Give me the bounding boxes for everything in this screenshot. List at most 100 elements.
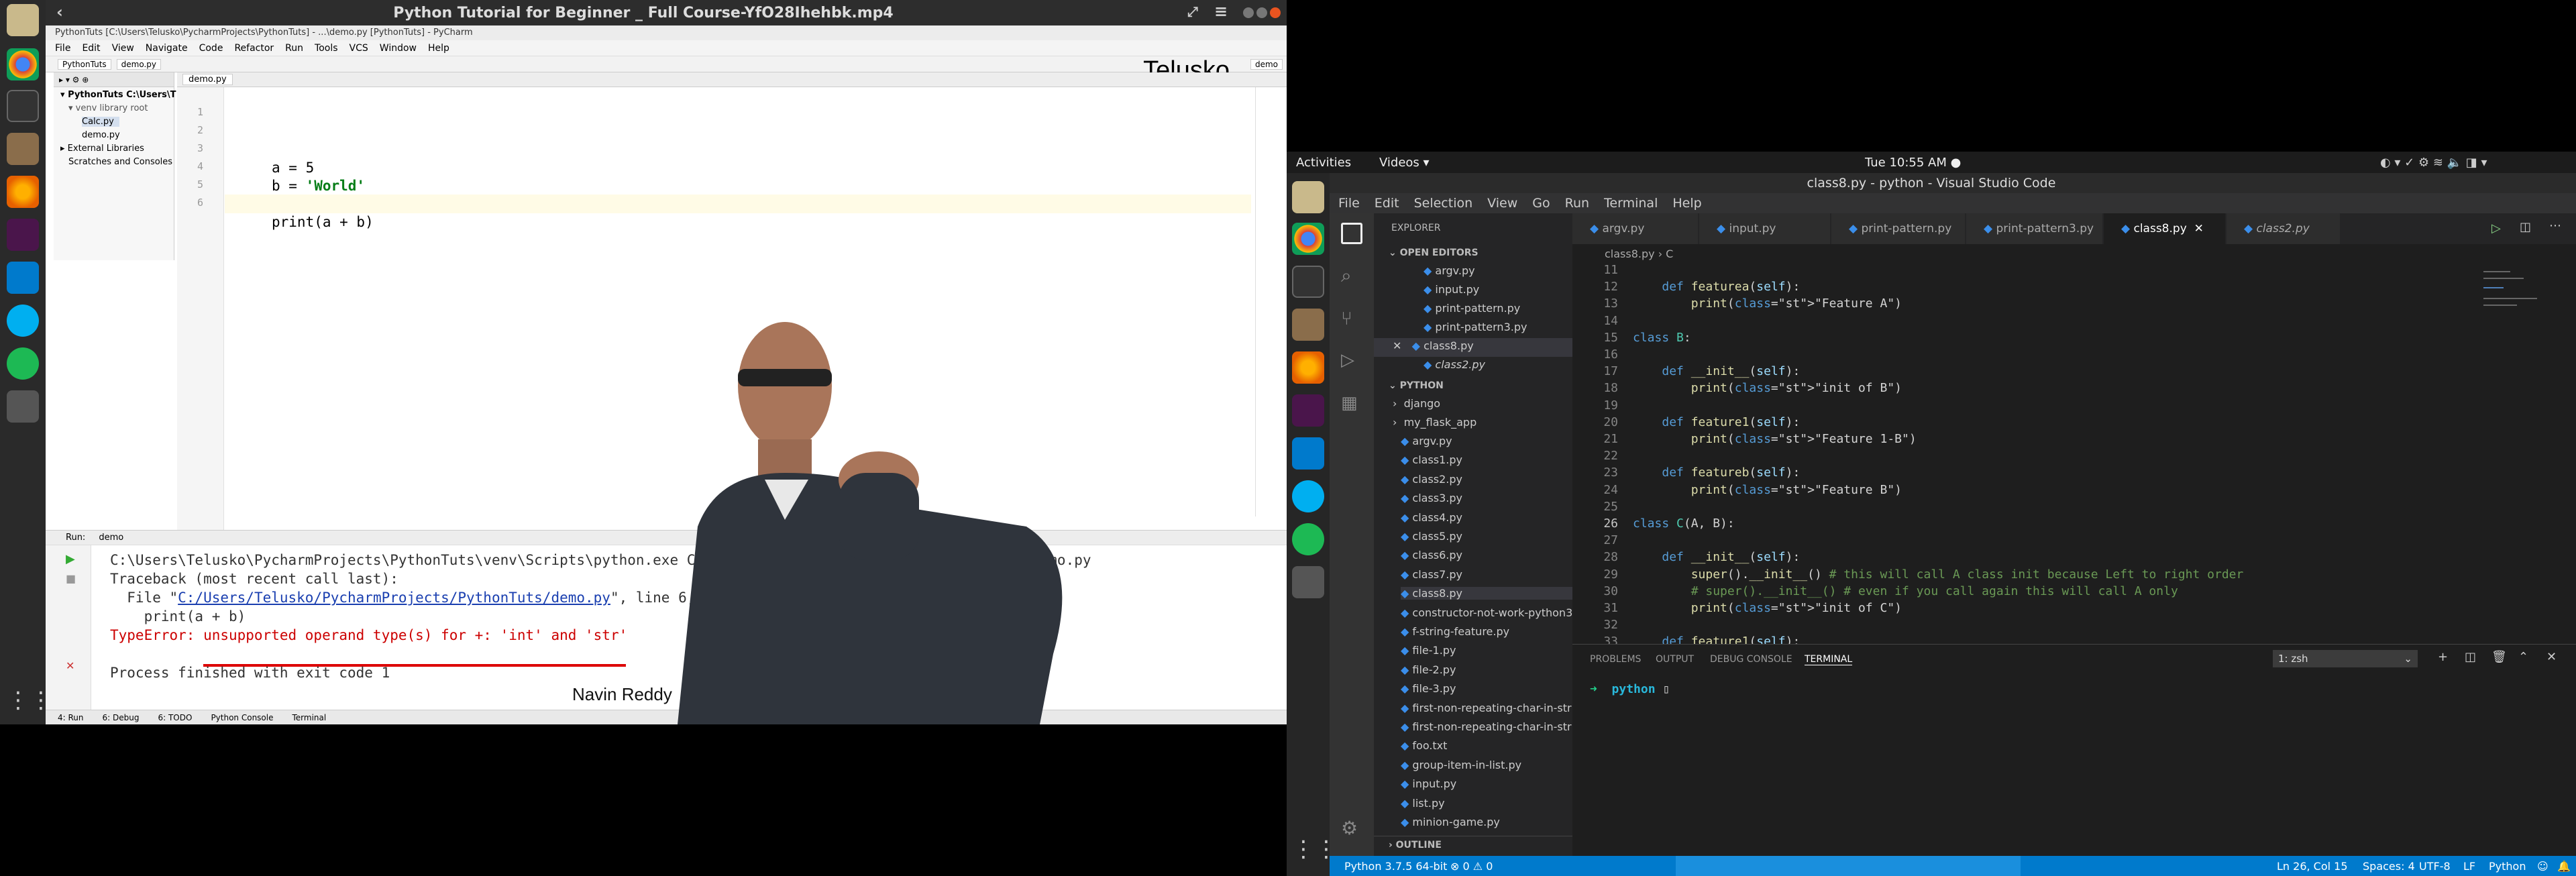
menu-code[interactable]: Code bbox=[199, 43, 223, 54]
panel-tab-terminal[interactable]: TERMINAL bbox=[1805, 654, 1853, 665]
python-interpreter[interactable]: Python 3.7.5 64-bit bbox=[1344, 860, 1447, 873]
tree-item[interactable]: Calc.py bbox=[82, 117, 119, 127]
activities-button[interactable]: Activities bbox=[1296, 156, 1351, 170]
code-editor[interactable]: 1 2 3 4 5 6 a = 5 b = 'World' print(a + … bbox=[177, 87, 1287, 557]
menu-tools[interactable]: Tools bbox=[315, 43, 338, 54]
eol[interactable]: LF bbox=[2463, 860, 2475, 873]
file-item[interactable]: ◆ constructor-not-work-python3... bbox=[1401, 606, 1572, 619]
vscode-icon[interactable] bbox=[1292, 437, 1324, 470]
menu-go[interactable]: Go bbox=[1532, 196, 1550, 211]
menu-run[interactable]: Run bbox=[285, 43, 303, 54]
notifications-icon[interactable]: 🔔 bbox=[2557, 860, 2571, 873]
breadcrumb-file[interactable]: demo.py bbox=[116, 58, 162, 70]
menu-icon[interactable]: ≡ bbox=[1214, 2, 1228, 21]
file-item[interactable]: ◆ class8.py bbox=[1401, 587, 1572, 600]
explorer-icon[interactable] bbox=[1341, 223, 1362, 244]
open-editor-item[interactable]: ◆ class2.py bbox=[1424, 358, 1485, 371]
open-editor-item[interactable]: ◆ print-pattern.py bbox=[1424, 302, 1520, 315]
file-item[interactable]: ◆ class3.py bbox=[1401, 492, 1462, 504]
app-menu[interactable]: Videos ▾ bbox=[1379, 156, 1430, 170]
maximize-button[interactable] bbox=[1256, 7, 1267, 18]
terminal-prompt[interactable]: ➜ python ▯ bbox=[1590, 682, 1670, 696]
file-item[interactable]: ◆ file-2.py bbox=[1401, 663, 1456, 676]
file-item[interactable]: ◆ class7.py bbox=[1401, 568, 1462, 581]
open-editor-item[interactable]: ◆ argv.py bbox=[1424, 264, 1475, 277]
bottom-tab-debug[interactable]: 6: Debug bbox=[103, 713, 140, 722]
file-item[interactable]: ◆ class1.py bbox=[1401, 453, 1462, 466]
tree-item[interactable]: ▾ PythonTuts C:\Users\T bbox=[60, 90, 176, 100]
settings-gear-icon[interactable]: ⚙ bbox=[1341, 817, 1362, 839]
fullscreen-icon[interactable]: ⤢ bbox=[1187, 3, 1198, 19]
indentation[interactable]: Spaces: 4 bbox=[2363, 860, 2415, 873]
files-icon[interactable] bbox=[1292, 309, 1324, 341]
stop-icon[interactable]: ■ bbox=[66, 572, 76, 585]
close-run-icon[interactable]: ✕ bbox=[66, 659, 74, 672]
file-item[interactable]: ◆ foo.txt bbox=[1401, 739, 1447, 752]
run-tab-demo[interactable]: demo bbox=[99, 533, 123, 543]
video-app-icon[interactable] bbox=[1292, 566, 1324, 598]
tree-item[interactable]: ▾ venv library root bbox=[68, 103, 148, 113]
tree-item[interactable]: demo.py bbox=[82, 130, 120, 140]
close-tab-icon[interactable]: ✕ bbox=[2194, 222, 2204, 235]
maximize-panel-icon[interactable]: ⌃ bbox=[2518, 650, 2528, 664]
file-item[interactable]: ◆ class2.py bbox=[1401, 473, 1462, 486]
menu-vcs[interactable]: VCS bbox=[350, 43, 368, 54]
code-editor[interactable]: 11 12 def featurea(self): 13 print(class="… bbox=[1572, 264, 2576, 644]
menu-navigate[interactable]: Navigate bbox=[146, 43, 188, 54]
source-control-icon[interactable]: ⑂ bbox=[1341, 307, 1362, 329]
open-editors-header[interactable]: ⌄ OPEN EDITORS bbox=[1374, 244, 1572, 262]
menu-help[interactable]: Help bbox=[428, 43, 449, 54]
encoding[interactable]: UTF-8 bbox=[2419, 860, 2451, 873]
file-item[interactable]: ◆ file-3.py bbox=[1401, 682, 1456, 695]
editor-tab[interactable]: ◆ argv.py bbox=[1572, 213, 1699, 244]
bottom-tab-terminal[interactable]: Terminal bbox=[292, 713, 326, 722]
menu-view[interactable]: View bbox=[112, 43, 134, 54]
spotify-icon[interactable] bbox=[1292, 523, 1324, 555]
menu-refactor[interactable]: Refactor bbox=[234, 43, 274, 54]
bottom-tab-run[interactable]: 4: Run bbox=[58, 713, 84, 722]
editor-tab[interactable]: ◆ print-pattern.py bbox=[1831, 213, 1966, 244]
search-icon[interactable]: ⌕ bbox=[1341, 264, 1362, 286]
editor-tab[interactable]: ◆ print-pattern3.py bbox=[1966, 213, 2103, 244]
folder-item[interactable]: › my_flask_app bbox=[1393, 416, 1477, 429]
file-item[interactable]: ◆ first-non-repeating-char-in-stri... bbox=[1401, 702, 1572, 714]
file-item[interactable]: ◆ class6.py bbox=[1401, 549, 1462, 561]
menu-selection[interactable]: Selection bbox=[1414, 196, 1473, 211]
open-editor-item[interactable]: ◆ input.py bbox=[1424, 283, 1479, 296]
minimize-button[interactable] bbox=[1243, 7, 1254, 18]
run-debug-icon[interactable]: ▷ bbox=[1341, 350, 1362, 372]
bottom-tab-todo[interactable]: 6: TODO bbox=[158, 713, 192, 722]
terminal-icon[interactable] bbox=[1292, 266, 1324, 298]
outline-header[interactable]: › OUTLINE bbox=[1374, 836, 1572, 853]
slack-icon[interactable] bbox=[1292, 394, 1324, 427]
open-editor-item[interactable]: ◆ print-pattern3.py bbox=[1424, 321, 1527, 333]
file-item[interactable]: ◆ input.py bbox=[1401, 777, 1456, 790]
back-icon[interactable]: ‹ bbox=[56, 3, 63, 21]
rerun-icon[interactable]: ▶ bbox=[66, 552, 75, 566]
folder-header[interactable]: ⌄ PYTHON bbox=[1374, 377, 1572, 394]
file-item[interactable]: ◆ group-item-in-list.py bbox=[1401, 759, 1521, 771]
run-config-select[interactable]: demo bbox=[1250, 58, 1283, 70]
problems-count[interactable]: ⊗ 0 ⚠ 0 bbox=[1450, 860, 1493, 873]
skype-icon[interactable] bbox=[1292, 480, 1324, 512]
file-item[interactable]: ◆ minion-game.py bbox=[1401, 816, 1500, 828]
show-apps-icon[interactable]: ⋮⋮⋮ bbox=[7, 684, 75, 716]
extensions-icon[interactable]: ▦ bbox=[1341, 393, 1362, 415]
menu-edit[interactable]: Edit bbox=[82, 43, 100, 54]
file-item[interactable]: ◆ list.py bbox=[1401, 797, 1445, 810]
file-item[interactable]: ◆ first-non-repeating-char-in-stri... bbox=[1401, 720, 1572, 733]
video-app-icon[interactable] bbox=[7, 390, 39, 423]
menu-file[interactable]: File bbox=[1338, 196, 1360, 211]
new-terminal-icon[interactable]: + bbox=[2438, 650, 2448, 664]
open-editor-item-active[interactable]: ✕ ◆ class8.py bbox=[1393, 339, 1474, 352]
firefox-icon[interactable] bbox=[7, 176, 39, 208]
panel-tab-debug-console[interactable]: DEBUG CONSOLE bbox=[1710, 654, 1792, 665]
split-editor-icon[interactable]: ◫ bbox=[2520, 220, 2531, 234]
breadcrumb-project[interactable]: PythonTuts bbox=[58, 58, 111, 70]
file-item[interactable]: ◆ class4.py bbox=[1401, 511, 1462, 524]
more-actions-icon[interactable]: ⋯ bbox=[2549, 219, 2561, 233]
editor-breadcrumb[interactable]: class8.py › C bbox=[1572, 244, 2576, 264]
folder-item[interactable]: › django bbox=[1393, 397, 1440, 410]
chrome-icon[interactable] bbox=[7, 48, 39, 80]
split-terminal-icon[interactable]: ◫ bbox=[2465, 650, 2476, 664]
